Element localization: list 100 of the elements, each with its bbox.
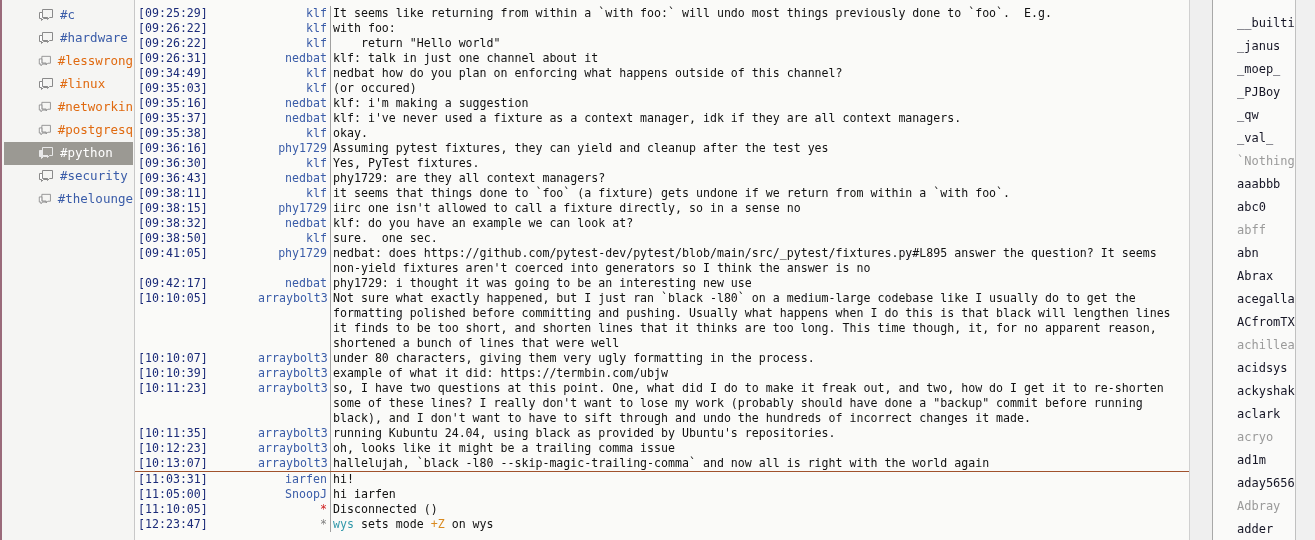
message-text: under 80 characters, giving them very ugly formatting in the process. bbox=[333, 351, 815, 365]
timestamp: [10:10:05] bbox=[138, 291, 209, 307]
nickname[interactable]: arraybolt3 bbox=[258, 381, 330, 426]
scrollbar-track[interactable] bbox=[1190, 0, 1213, 540]
chat-bubble-icon bbox=[38, 169, 54, 184]
user-list-item[interactable]: abc0 bbox=[1237, 197, 1266, 216]
nickname[interactable]: klf bbox=[258, 81, 330, 96]
timestamp: [09:36:30] bbox=[138, 156, 209, 171]
channel-name: #linux bbox=[60, 75, 106, 94]
nickname[interactable]: klf bbox=[258, 21, 330, 36]
timestamp: [09:36:16] bbox=[138, 141, 209, 156]
user-list-item[interactable]: abn bbox=[1237, 243, 1259, 262]
user-list-item[interactable]: aclark bbox=[1237, 404, 1281, 423]
chat-bubble-icon bbox=[38, 146, 54, 161]
timestamp: [10:10:07] bbox=[138, 351, 209, 366]
chat-bubble-icon bbox=[38, 192, 52, 207]
user-list-item[interactable]: _janus bbox=[1237, 36, 1281, 55]
nickname[interactable]: arraybolt3 bbox=[258, 441, 330, 456]
message-text: phy1729: i thought it was going to be an interesting new use bbox=[333, 276, 752, 290]
nickname[interactable]: arraybolt3 bbox=[258, 456, 330, 471]
message-text: klf: talk in just one channel about it bbox=[333, 51, 599, 65]
message-text: Yes, PyTest fixtures. bbox=[333, 156, 480, 170]
nickname[interactable]: klf bbox=[258, 231, 330, 246]
nickname[interactable]: nedbat bbox=[258, 276, 330, 291]
message-text: hi! bbox=[333, 472, 354, 486]
nickname[interactable]: phy1729 bbox=[258, 201, 330, 216]
chat-bubble-icon bbox=[38, 100, 52, 115]
timestamp: [09:25:29] bbox=[138, 6, 209, 21]
message-text: oh, looks like it might be a trailing comma issue bbox=[333, 441, 676, 455]
channel-item[interactable]: #thelounge bbox=[4, 188, 133, 211]
nickname[interactable]: iarfen bbox=[258, 472, 330, 487]
timestamp: [10:12:23] bbox=[138, 441, 209, 456]
message-text: return "Hello world" bbox=[359, 36, 501, 50]
timestamp: [09:35:16] bbox=[138, 96, 209, 111]
user-list-item[interactable]: _qw bbox=[1237, 105, 1259, 124]
timestamp: [09:26:22] bbox=[138, 36, 209, 51]
user-list-item[interactable]: adder bbox=[1237, 519, 1274, 538]
message-text: Assuming pytest fixtures, they can yield and cleanup after the test yes bbox=[333, 141, 829, 155]
channel-item[interactable]: #hardware bbox=[4, 27, 133, 50]
timestamp: [09:26:22] bbox=[138, 21, 209, 36]
message-text: klf: do you have an example we can look at? bbox=[333, 216, 634, 230]
channel-name: #postgresq bbox=[57, 121, 133, 140]
nickname[interactable]: nedbat bbox=[258, 51, 330, 66]
nickname[interactable]: arraybolt3 bbox=[258, 366, 330, 381]
status-message: Disconnected () bbox=[333, 502, 438, 516]
message-text: okay. bbox=[333, 126, 368, 140]
message-text: klf: i'm making a suggestion bbox=[333, 96, 529, 110]
channel-item[interactable]: #c bbox=[4, 4, 133, 27]
nickname[interactable]: arraybolt3 bbox=[258, 291, 330, 351]
nickname[interactable]: phy1729 bbox=[258, 141, 330, 156]
nickname[interactable]: nedbat bbox=[258, 216, 330, 231]
nickname[interactable]: klf bbox=[258, 6, 330, 21]
message-text: It seems like returning from within a `with foo:` will undo most things previously done to `foo`. E.g. bbox=[333, 6, 1052, 20]
scrollbar-track[interactable] bbox=[1295, 0, 1315, 540]
message-text: (or occured) bbox=[333, 81, 417, 95]
nickname[interactable]: klf bbox=[258, 36, 330, 51]
user-list-item[interactable]: ACfromTX bbox=[1237, 312, 1295, 331]
message-text: sure. one sec. bbox=[333, 231, 438, 245]
user-list-item[interactable]: ackyshak bbox=[1237, 381, 1295, 400]
channel-name: #c bbox=[60, 6, 76, 25]
event-label: * bbox=[319, 502, 328, 517]
nickname[interactable]: klf bbox=[258, 66, 330, 81]
message-text: it seems that things done to `foo` (a fixture) gets undone if we return from within a `with foo`. bbox=[333, 186, 1011, 200]
timestamp: [10:13:07] bbox=[138, 456, 209, 471]
user-list-item[interactable]: __builti bbox=[1237, 13, 1295, 32]
nickname[interactable]: arraybolt3 bbox=[258, 426, 330, 441]
user-list-item[interactable]: aaabbb bbox=[1237, 174, 1281, 193]
timestamp: [09:38:11] bbox=[138, 186, 209, 201]
timestamp: [09:35:37] bbox=[138, 111, 209, 126]
user-list-item[interactable]: ad1m bbox=[1237, 450, 1266, 469]
nickname[interactable]: klf bbox=[258, 156, 330, 171]
nickname[interactable]: arraybolt3 bbox=[258, 351, 330, 366]
nickname[interactable]: nedbat bbox=[258, 96, 330, 111]
nickname[interactable]: klf bbox=[258, 126, 330, 141]
user-list-item[interactable]: _val_ bbox=[1237, 128, 1274, 147]
message-text: hi iarfen bbox=[333, 487, 396, 501]
timestamp: [09:38:15] bbox=[138, 201, 209, 216]
timestamp: [10:11:23] bbox=[138, 381, 209, 397]
channel-item[interactable]: #security bbox=[4, 165, 133, 188]
user-list-item[interactable]: _moep_ bbox=[1237, 59, 1281, 78]
timestamp: [09:35:03] bbox=[138, 81, 209, 96]
timestamp: [10:10:39] bbox=[138, 366, 209, 381]
timestamp: [11:05:00] bbox=[138, 487, 209, 502]
nickname[interactable]: phy1729 bbox=[258, 246, 330, 276]
user-list-item[interactable]: Abrax bbox=[1237, 266, 1274, 285]
message-text: nedbat how do you plan on enforcing what happens outside of this channel? bbox=[333, 66, 843, 80]
chat-bubble-icon bbox=[38, 77, 54, 92]
nickname[interactable]: nedbat bbox=[258, 171, 330, 186]
timestamp: [10:11:35] bbox=[138, 426, 209, 441]
user-list-item[interactable]: _PJBoy bbox=[1237, 82, 1281, 101]
timestamp: [11:03:31] bbox=[138, 472, 209, 487]
nickname[interactable]: nedbat bbox=[258, 111, 330, 126]
nickname[interactable]: SnoopJ bbox=[258, 487, 330, 502]
user-list-item[interactable]: aday5656 bbox=[1237, 473, 1295, 492]
nickname[interactable]: klf bbox=[258, 186, 330, 201]
user-list-item[interactable]: acidsys bbox=[1237, 358, 1288, 377]
user-list-item[interactable]: acegalla bbox=[1237, 289, 1295, 308]
chat-bubble-icon bbox=[38, 54, 52, 69]
timestamp: [09:34:49] bbox=[138, 66, 209, 81]
timestamp: [09:26:31] bbox=[138, 51, 209, 66]
